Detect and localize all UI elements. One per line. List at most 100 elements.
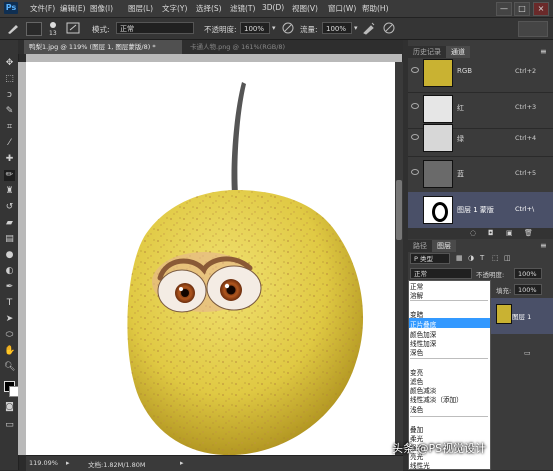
vertical-scrollbar[interactable] (395, 62, 403, 455)
document-size: 文档:1.82M/1.80M (88, 461, 146, 469)
maximize-button[interactable]: □ (514, 2, 530, 16)
blend-option[interactable]: 线性减淡（添加） (410, 394, 463, 404)
blend-option[interactable]: 深色 (410, 347, 423, 357)
chevron-right-icon[interactable]: ▸ (66, 459, 70, 467)
quick-select-tool-icon[interactable]: ✎ (4, 106, 15, 117)
filter-pixel-icon[interactable]: ▦ (456, 254, 463, 262)
flow-input[interactable]: 100% (322, 22, 352, 34)
filter-adjust-icon[interactable]: ◑ (468, 254, 474, 262)
move-tool-icon[interactable]: ✥ (4, 58, 15, 69)
brush-tool-icon[interactable] (6, 21, 20, 35)
gradient-tool-icon[interactable]: ▤ (4, 234, 15, 245)
opacity-input[interactable]: 100% (240, 22, 270, 34)
path-select-tool-icon[interactable]: ➤ (4, 314, 15, 325)
workspace-switcher[interactable] (518, 21, 548, 37)
brush-size-icon[interactable]: 13 (46, 20, 60, 36)
airbrush-icon[interactable] (362, 21, 376, 35)
document-canvas[interactable] (26, 62, 395, 455)
blend-option-selected[interactable]: 正片叠底 (410, 319, 436, 329)
layer-filter-select[interactable]: P 类型 (410, 253, 450, 264)
tab-cartoon-document[interactable]: 卡通人物.png @ 161%(RGB/8) (186, 40, 316, 54)
menu-type[interactable]: 文字(Y) (162, 3, 187, 14)
menu-file[interactable]: 文件(F) (30, 3, 55, 14)
panel-menu-icon[interactable]: ≡ (540, 241, 547, 250)
filter-type-icon[interactable]: T (480, 254, 484, 262)
marquee-tool-icon[interactable]: ⬚ (4, 74, 15, 85)
pressure-opacity-icon[interactable] (282, 22, 294, 34)
menu-3d[interactable]: 3D(D) (262, 3, 284, 12)
panel-menu-icon[interactable]: ≡ (540, 47, 547, 56)
crop-tool-icon[interactable]: ⌗ (4, 122, 15, 133)
blend-mode-select[interactable]: 正常 (410, 268, 472, 279)
blend-option[interactable]: 变暗 (410, 309, 423, 319)
quick-mask-icon[interactable]: ◙ (4, 402, 15, 413)
menu-divider (410, 416, 488, 417)
trash-icon[interactable]: 🗑︎ (524, 229, 533, 237)
new-channel-icon[interactable]: ▣ (506, 229, 513, 237)
filter-smart-icon[interactable]: ◫ (504, 254, 511, 262)
screen-mode-icon[interactable]: ▭ (4, 420, 15, 431)
menu-select[interactable]: 选择(S) (196, 3, 222, 14)
fill-input[interactable]: 100% (514, 284, 542, 295)
menu-help[interactable]: 帮助(H) (362, 3, 389, 14)
chevron-down-icon[interactable]: ▾ (354, 24, 358, 32)
brush-tool-icon[interactable]: ✏ (4, 170, 15, 181)
flow-label: 流量: (300, 25, 318, 34)
hand-tool-icon[interactable]: ✋ (4, 346, 15, 357)
channel-name: 蓝 (457, 170, 464, 178)
tab-paths[interactable]: 路径 (408, 240, 432, 252)
chevron-down-icon[interactable]: ▾ (272, 24, 276, 32)
eraser-tool-icon[interactable]: ▰ (4, 218, 15, 229)
zoom-tool-icon[interactable]: 🔍︎ (4, 362, 15, 373)
channel-thumbnail (423, 124, 453, 152)
blend-option[interactable]: 浅色 (410, 404, 423, 414)
zoom-level[interactable]: 119.09% (29, 459, 58, 467)
visibility-eye-icon[interactable] (411, 169, 419, 175)
status-bar (26, 455, 403, 471)
dodge-tool-icon[interactable]: ◐ (4, 266, 15, 277)
pear-artwork (127, 82, 364, 455)
filter-shape-icon[interactable]: ⬚ (492, 254, 499, 262)
menu-layer[interactable]: 图层(L) (128, 3, 153, 14)
stamp-tool-icon[interactable]: ♜ (4, 186, 15, 197)
svg-text:13: 13 (49, 30, 57, 36)
shape-tool-icon[interactable]: ⬭ (4, 330, 15, 341)
tab-layers[interactable]: 图层 (432, 240, 456, 252)
menu-filter[interactable]: 滤镜(T) (230, 3, 255, 14)
pressure-size-icon[interactable] (382, 21, 396, 35)
healing-tool-icon[interactable]: ✚ (4, 154, 15, 165)
channel-name: 图层 1 蒙版 (457, 206, 494, 214)
close-button[interactable]: × (533, 2, 549, 16)
menu-view[interactable]: 视图(V) (292, 3, 318, 14)
blend-option[interactable]: 溶解 (410, 290, 423, 300)
layer-opacity-input[interactable]: 100% (514, 268, 542, 279)
save-selection-icon[interactable]: ◘ (488, 229, 494, 237)
load-selection-icon[interactable]: ◌ (470, 229, 476, 237)
history-brush-tool-icon[interactable]: ↺ (4, 202, 15, 213)
minimize-button[interactable]: — (496, 2, 512, 16)
channel-shortcut: Ctrl+\ (515, 205, 535, 213)
menu-window[interactable]: 窗口(W) (328, 3, 356, 14)
lasso-tool-icon[interactable]: ↄ (4, 90, 15, 101)
new-group-icon[interactable]: ▭ (524, 349, 531, 357)
channel-shortcut: Ctrl+2 (515, 67, 537, 75)
mode-select[interactable]: 正常 (116, 22, 194, 34)
menu-divider (410, 358, 488, 359)
scrollbar-thumb[interactable] (396, 180, 402, 240)
chevron-right-icon[interactable]: ▸ (180, 459, 184, 467)
fill-label: 填充: (496, 287, 512, 295)
blend-option[interactable]: 线性光 (410, 460, 430, 470)
visibility-eye-icon[interactable] (411, 134, 419, 140)
tab-pear-document[interactable]: 鸭梨1.jpg @ 119% (图层 1, 图层蒙版/8) * (24, 40, 182, 54)
pen-tool-icon[interactable]: ✒ (4, 282, 15, 293)
visibility-eye-icon[interactable] (411, 103, 419, 109)
visibility-eye-icon[interactable] (411, 67, 419, 73)
type-tool-icon[interactable]: T (4, 298, 15, 309)
eyedropper-tool-icon[interactable]: ⁄ (4, 138, 15, 149)
menu-edit[interactable]: 编辑(E) (60, 3, 86, 14)
menu-image[interactable]: 图像(I) (90, 3, 113, 14)
brush-preset-picker[interactable] (26, 22, 42, 36)
blur-tool-icon[interactable]: ● (4, 250, 15, 261)
channel-name: 绿 (457, 135, 464, 143)
brush-panel-icon[interactable] (66, 22, 80, 34)
